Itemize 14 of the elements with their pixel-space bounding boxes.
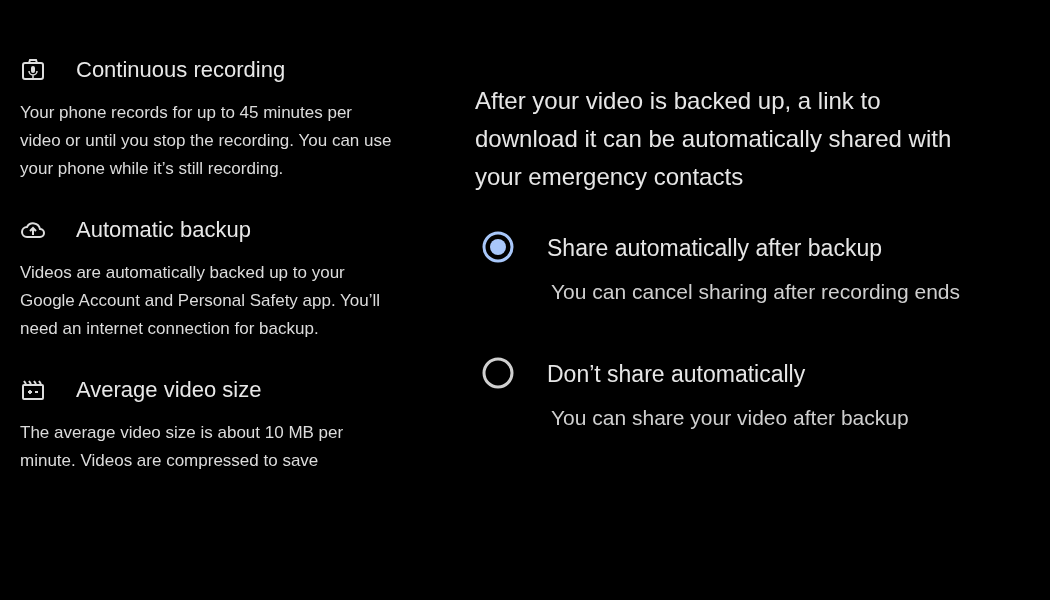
feature-title: Automatic backup bbox=[76, 216, 251, 244]
option-description: You can cancel sharing after recording ends bbox=[551, 279, 961, 305]
radio-button[interactable] bbox=[481, 356, 515, 390]
radio-button[interactable] bbox=[481, 230, 515, 264]
option-label: Don’t share automatically bbox=[547, 360, 806, 389]
option-label: Share automatically after backup bbox=[547, 234, 882, 263]
feature-description: Videos are automatically backed up to your Google Account and Personal Safety app. You’ll need an internet connection for backup. bbox=[20, 262, 382, 340]
feature-title: Continuous recording bbox=[76, 56, 286, 84]
feature-description: Your phone records for up to 45 minutes per video or until you stop the recording. You can use your phone while it’s still recording. bbox=[20, 102, 393, 180]
feature-description: The average video size is about 10 MB per minute. Videos are compressed to save bbox=[20, 422, 345, 472]
feature-title: Average video size bbox=[76, 376, 262, 404]
sharing-description: After your video is backed up, a link to download it can be automatically shared with your emergency contacts bbox=[475, 86, 953, 192]
microphone-icon bbox=[20, 57, 46, 83]
option-description: You can share your video after backup bbox=[551, 405, 910, 431]
